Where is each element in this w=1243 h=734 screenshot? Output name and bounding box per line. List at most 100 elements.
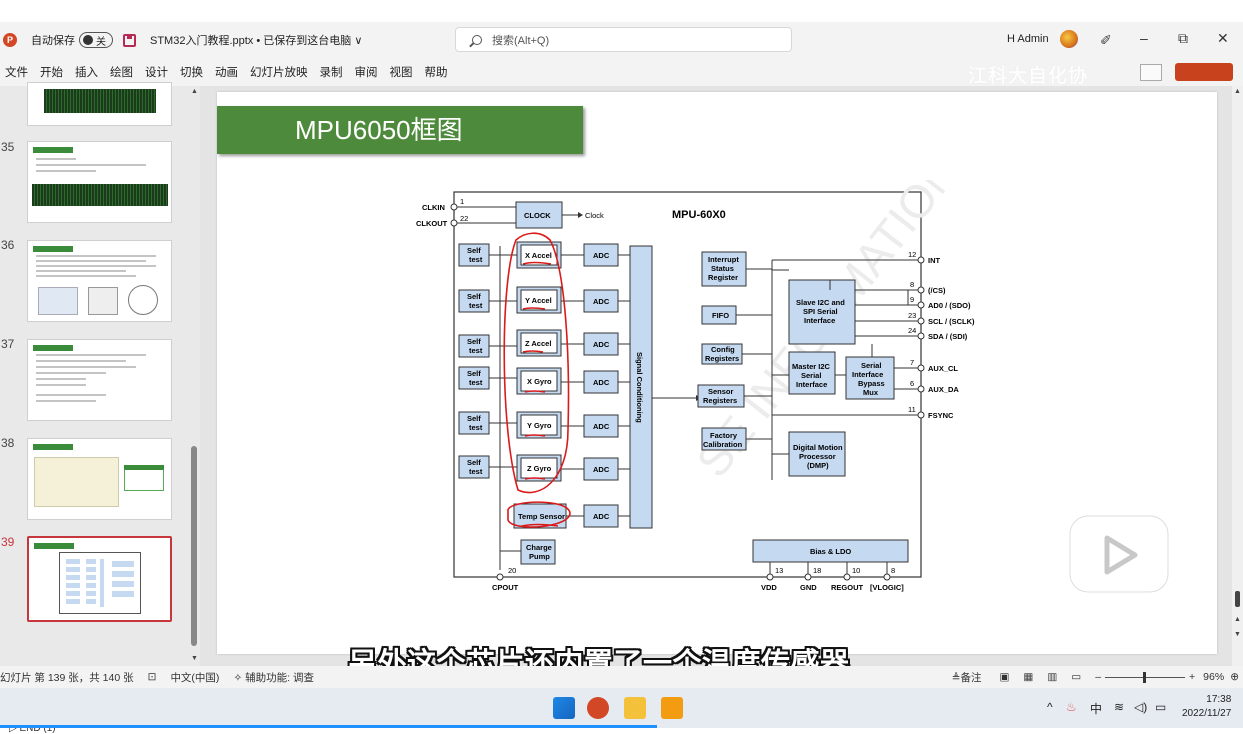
signal-conditioning-label: Signal Conditioning [635, 352, 644, 423]
bilibili-play-icon[interactable] [1067, 500, 1171, 595]
search-input[interactable]: 搜索(Alt+Q) [455, 27, 792, 52]
minimize-button[interactable]: – [1140, 30, 1148, 46]
battery-icon[interactable]: ▭ [1155, 700, 1166, 714]
tab-design[interactable]: 设计 [145, 64, 168, 80]
zoom-level[interactable]: 96% [1203, 671, 1224, 683]
slide-thumbnail-36[interactable] [27, 240, 172, 322]
search-placeholder: 搜索(Alt+Q) [492, 34, 550, 47]
slide-thumbnail-35[interactable] [27, 141, 172, 223]
system-clock[interactable]: 17:38 2022/11/27 [1182, 693, 1231, 721]
powerpoint-taskbar-icon[interactable] [587, 697, 609, 719]
avatar[interactable] [1060, 30, 1078, 48]
slide-title[interactable]: MPU6050框图 [217, 106, 583, 154]
slide-thumbnail-34[interactable] [27, 82, 172, 126]
tab-view[interactable]: 视图 [390, 64, 413, 80]
svg-text:INT: INT [928, 256, 941, 265]
save-icon[interactable] [123, 33, 136, 47]
notes-button[interactable]: ≜备注 [952, 670, 982, 685]
svg-text:Self: Self [467, 246, 481, 255]
notes-label: 备注 [960, 671, 982, 684]
wifi-icon[interactable]: ≋ [1114, 700, 1124, 714]
tray-app-icon[interactable]: ♨ [1066, 700, 1077, 714]
thumbnail-scrollbar[interactable]: ▲ ▼ [189, 86, 200, 666]
zoom-slider-thumb[interactable] [1143, 671, 1147, 683]
svg-text:8: 8 [891, 566, 895, 575]
spellcheck-icon[interactable]: ⊡ [148, 671, 157, 683]
user-name[interactable]: H Admin [1007, 33, 1049, 45]
normal-view-icon[interactable]: ▣ [1000, 671, 1010, 683]
scrollbar-thumb[interactable] [1235, 591, 1240, 607]
tab-draw[interactable]: 绘图 [110, 64, 133, 80]
tab-home[interactable]: 开始 [40, 64, 63, 80]
scroll-up-icon[interactable]: ▲ [191, 88, 198, 95]
accessibility-status[interactable]: ✧ 辅助功能: 调查 [233, 670, 314, 685]
svg-text:AUX_CL: AUX_CL [928, 364, 958, 373]
slide-thumbnail-37[interactable] [27, 339, 172, 421]
tab-insert[interactable]: 插入 [75, 64, 98, 80]
svg-text:8: 8 [910, 280, 914, 289]
slideshow-view-icon[interactable]: ▭ [1071, 671, 1081, 683]
slide-thumbnail-pane: 35 36 37 38 39 ▷ END (1) [0, 82, 200, 734]
svg-text:Interface: Interface [804, 316, 835, 325]
present-button[interactable] [1140, 64, 1162, 81]
tray-expand-icon[interactable]: ^ [1047, 700, 1053, 714]
svg-text:7: 7 [910, 358, 914, 367]
svg-text:Self: Self [467, 414, 481, 423]
slide-thumbnail-39-selected[interactable] [27, 536, 172, 622]
close-button[interactable]: ✕ [1217, 30, 1229, 47]
svg-text:Factory: Factory [710, 431, 738, 440]
prev-slide-icon[interactable]: ▲ [1234, 616, 1241, 623]
svg-text:18: 18 [813, 566, 821, 575]
tab-review[interactable]: 审阅 [355, 64, 378, 80]
svg-text:test: test [469, 467, 483, 476]
next-slide-icon[interactable]: ▼ [1234, 631, 1241, 638]
language-status[interactable]: 中文(中国) [170, 670, 219, 685]
restore-button[interactable]: ⧉ [1178, 30, 1188, 47]
svg-text:Pump: Pump [529, 552, 550, 561]
svg-text:9: 9 [910, 295, 914, 304]
svg-text:Self: Self [467, 458, 481, 467]
sensor-y-accel: Y Accel [525, 296, 552, 305]
svg-text:Master I2C: Master I2C [792, 362, 831, 371]
temp-sensor: Temp Sensor [518, 512, 565, 521]
svg-text:test: test [469, 255, 483, 264]
svg-text:Registers: Registers [703, 396, 737, 405]
svg-text:(DMP): (DMP) [807, 461, 829, 470]
slide-sorter-icon[interactable]: ▦ [1023, 671, 1033, 683]
zoom-in-button[interactable]: + [1189, 671, 1195, 683]
document-filename[interactable]: STM32入门教程.pptx • 已保存到这台电脑 ∨ [150, 32, 362, 48]
fit-slide-icon[interactable]: ⊕ [1230, 671, 1239, 683]
zoom-slider[interactable] [1105, 671, 1186, 683]
zoom-out-button[interactable]: – [1095, 671, 1101, 683]
title-bar: P 自动保存 关 STM32入门教程.pptx • 已保存到这台电脑 ∨ 搜索(… [0, 22, 1243, 58]
accessibility-label: 辅助功能: 调查 [245, 671, 314, 684]
tab-record[interactable]: 录制 [320, 64, 343, 80]
tab-animations[interactable]: 动画 [215, 64, 238, 80]
svg-text:6: 6 [910, 379, 914, 388]
share-button[interactable] [1175, 63, 1233, 81]
tab-help[interactable]: 帮助 [425, 64, 448, 80]
slide-count: 幻灯片 第 139 张，共 140 张 [0, 671, 134, 684]
scrollbar-thumb[interactable] [191, 446, 197, 646]
editor-vertical-scrollbar[interactable]: ▲ ▲ ▼ [1232, 86, 1243, 666]
volume-icon[interactable]: ◁) [1134, 700, 1147, 714]
autosave-toggle[interactable]: 关 [79, 32, 113, 48]
ime-indicator[interactable]: 中 [1090, 700, 1102, 717]
tab-transitions[interactable]: 切换 [180, 64, 203, 80]
slide-number: 37 [1, 337, 15, 351]
scroll-up-icon[interactable]: ▲ [1234, 88, 1241, 95]
svg-text:test: test [469, 346, 483, 355]
file-explorer-icon[interactable] [624, 697, 646, 719]
reading-view-icon[interactable]: ▥ [1047, 671, 1057, 683]
slide-thumbnail-38[interactable] [27, 438, 172, 520]
app-taskbar-icon[interactable] [661, 697, 683, 719]
tab-file[interactable]: 文件 [5, 64, 28, 80]
scroll-down-icon[interactable]: ▼ [191, 655, 198, 662]
svg-text:Charge: Charge [526, 543, 552, 552]
slide-number: 36 [1, 238, 15, 252]
pen-icon[interactable]: ✐ [1100, 32, 1112, 49]
windows-start-icon[interactable] [553, 697, 575, 719]
svg-text:Interface: Interface [796, 380, 827, 389]
tab-slideshow[interactable]: 幻灯片放映 [250, 64, 308, 80]
svg-text:ADC: ADC [593, 297, 610, 306]
